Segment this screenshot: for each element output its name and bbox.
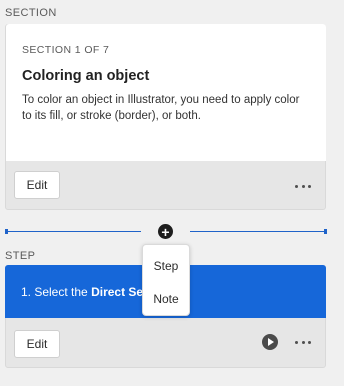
step-heading: STEP: [5, 250, 36, 262]
section-heading: SECTION: [5, 7, 57, 19]
section-counter: SECTION 1 OF 7: [22, 44, 110, 56]
divider-right-endpoint: [324, 229, 327, 234]
insert-divider-right: [190, 231, 324, 232]
step-edit-button[interactable]: Edit: [14, 330, 60, 358]
step-more-icon[interactable]: [295, 338, 311, 346]
section-more-icon[interactable]: [295, 182, 311, 190]
play-icon[interactable]: [262, 334, 278, 350]
insert-divider-left: [7, 231, 141, 232]
section-title: Coloring an object: [22, 68, 150, 84]
add-plus-icon[interactable]: +: [158, 224, 173, 239]
step-title-prefix: 1. Select the: [21, 285, 88, 299]
section-description: To color an object in Illustrator, you n…: [22, 94, 300, 122]
step-title-bold: Direct Se: [91, 285, 144, 299]
menu-item-note[interactable]: Note: [143, 292, 189, 306]
insert-popover-menu: Step Note: [142, 244, 190, 316]
section-edit-button[interactable]: Edit: [14, 171, 60, 199]
menu-item-step[interactable]: Step: [143, 259, 189, 273]
section-card[interactable]: SECTION 1 OF 7 Coloring an object To col…: [6, 24, 326, 161]
